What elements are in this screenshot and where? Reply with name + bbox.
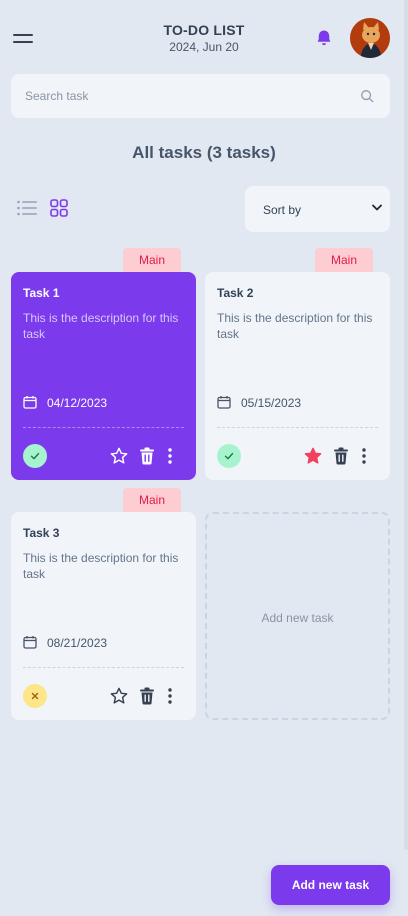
card-divider [23,667,184,668]
search-input[interactable] [11,74,351,118]
add-task-card[interactable]: Add new task [205,512,390,720]
more-options-icon[interactable] [361,447,367,465]
task-card[interactable]: Task 2 This is the description for this … [205,272,390,480]
status-toggle[interactable] [23,684,47,708]
status-toggle[interactable] [23,444,47,468]
star-icon[interactable] [110,447,128,465]
check-icon [30,452,40,460]
star-icon[interactable] [304,447,322,465]
task-title: Task 1 [23,286,60,300]
calendar-icon [23,396,37,409]
search-icon[interactable] [360,89,374,103]
close-icon [31,692,39,700]
task-title: Task 2 [217,286,254,300]
calendar-icon [217,396,231,409]
sort-label: Sort by [263,203,302,217]
page-heading: All tasks (3 tasks) [132,143,276,162]
task-date: 04/12/2023 [47,396,108,410]
trash-icon[interactable] [139,447,155,465]
add-task-card-label: Add new task [261,611,334,625]
task-description: This is the description for this task [23,551,179,581]
task-description: This is the description for this task [23,311,179,341]
bell-icon[interactable] [315,29,333,47]
app-title: TO-DO LIST [163,22,245,38]
task-title: Task 3 [23,526,60,540]
more-options-icon[interactable] [167,447,173,465]
sort-select[interactable]: Sort by [245,186,390,232]
check-icon [224,452,234,460]
task-description: This is the description for this task [217,311,373,341]
star-icon[interactable] [110,687,128,705]
chevron-down-icon [372,204,382,211]
add-task-button[interactable]: Add new task [271,865,390,905]
grid-view-icon[interactable] [50,199,68,217]
more-options-icon[interactable] [167,687,173,705]
task-date: 05/15/2023 [241,396,302,410]
card-divider [217,427,378,428]
trash-icon[interactable] [333,447,349,465]
title-block: TO-DO LIST 2024, Jun 20 [0,22,408,54]
status-toggle[interactable] [217,444,241,468]
task-date: 08/21/2023 [47,636,108,650]
search-bar [11,74,390,118]
list-view-icon[interactable] [17,200,37,216]
app-header: TO-DO LIST 2024, Jun 20 [0,0,408,76]
calendar-icon [23,636,37,649]
scrollbar[interactable] [404,0,408,850]
app-date: 2024, Jun 20 [169,40,239,54]
task-card[interactable]: Task 3 This is the description for this … [11,512,196,720]
task-badge: Main [315,248,373,272]
avatar[interactable] [350,18,390,58]
task-card[interactable]: Task 1 This is the description for this … [11,272,196,480]
task-badge: Main [123,488,181,512]
task-badge: Main [123,248,181,272]
trash-icon[interactable] [139,687,155,705]
card-divider [23,427,184,428]
